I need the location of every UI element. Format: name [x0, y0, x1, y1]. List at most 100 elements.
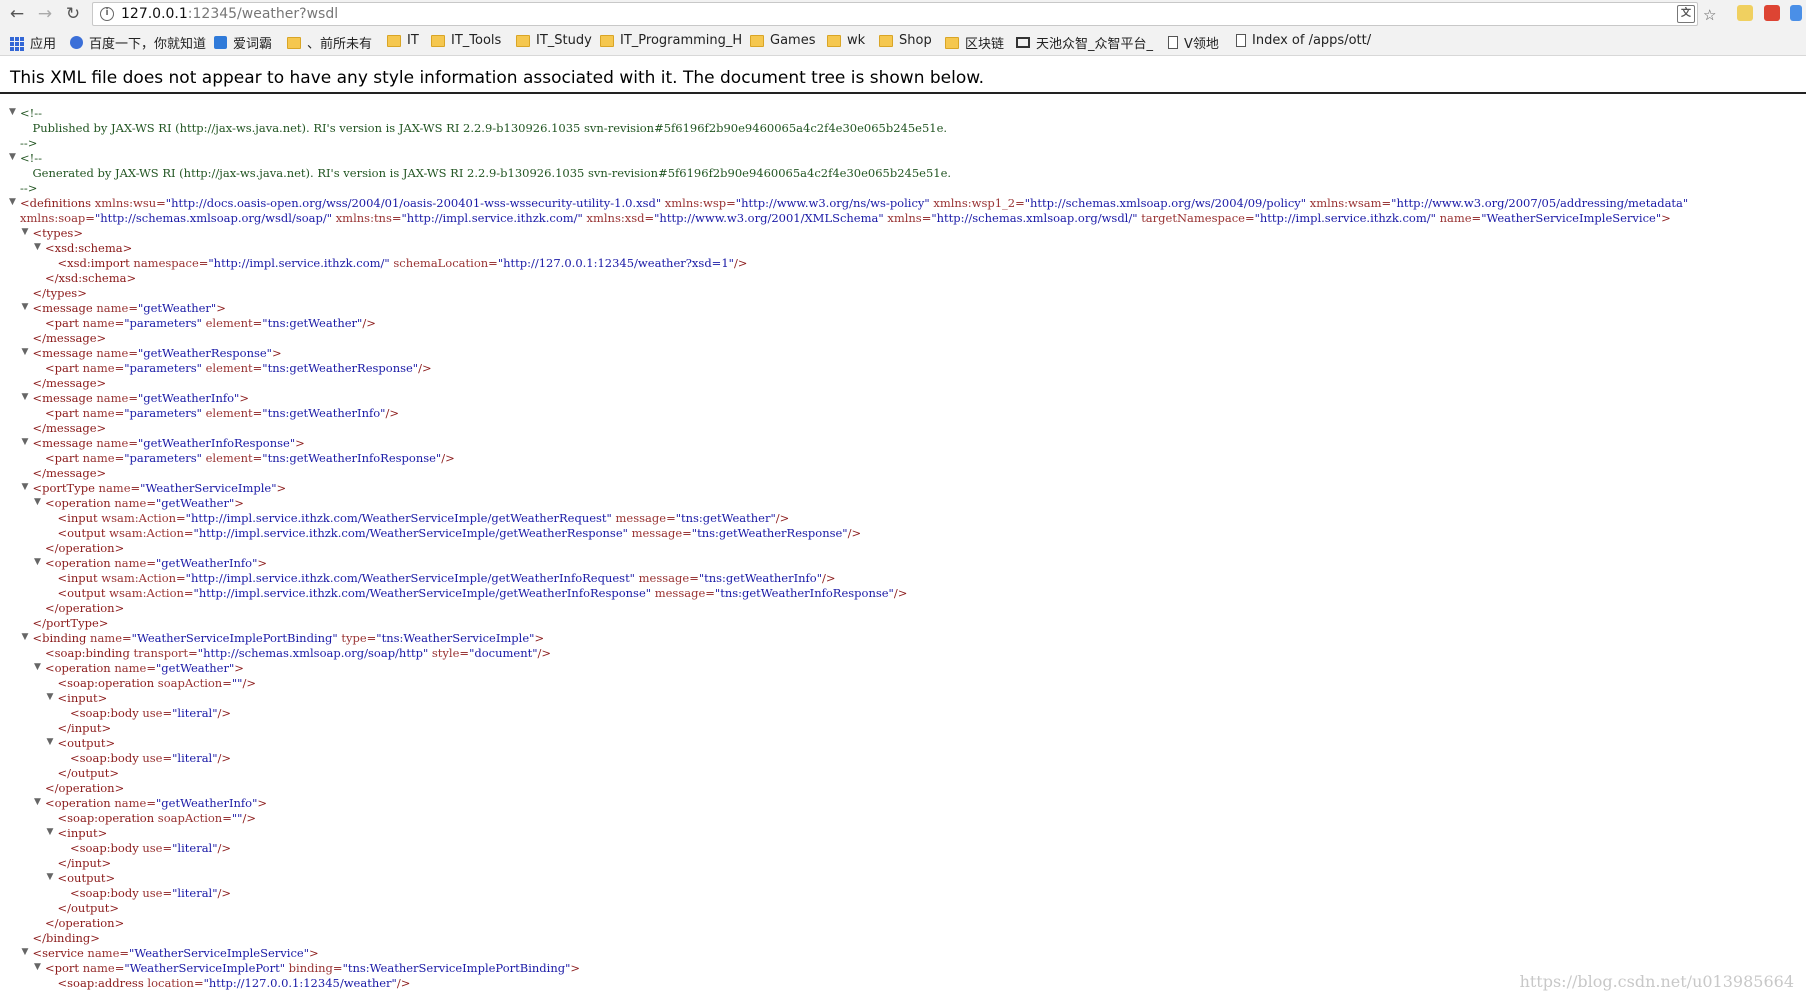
- bookmark-folder[interactable]: IT_Study: [516, 33, 592, 48]
- collapse-triangle-icon[interactable]: ▼: [47, 827, 54, 837]
- collapse-triangle-icon[interactable]: ▼: [34, 662, 41, 672]
- collapse-triangle-icon[interactable]: ▼: [9, 107, 16, 117]
- back-button[interactable]: ←: [6, 3, 28, 25]
- bookmark-folder[interactable]: IT: [387, 33, 419, 48]
- xml-token: "http://schemas.xmlsoap.org/ws/2004/09/p…: [1024, 196, 1307, 210]
- bookmark-page[interactable]: Index of /apps/ott/: [1236, 33, 1371, 48]
- extension-icon[interactable]: [1790, 5, 1802, 21]
- xml-token: targetNamespace: [1141, 211, 1245, 225]
- xml-token: "getWeatherInfo": [156, 556, 258, 570]
- xml-token: >: [257, 556, 268, 570]
- star-icon[interactable]: ☆: [1703, 6, 1716, 24]
- collapse-triangle-icon[interactable]: ▼: [9, 197, 16, 207]
- xml-token: <input: [57, 571, 102, 585]
- xml-token: =: [252, 316, 263, 330]
- bookmark-page[interactable]: V领地: [1168, 33, 1219, 52]
- xml-token: wsam:Action: [109, 586, 184, 600]
- xml-line: <part name="parameters" element="tns:get…: [45, 406, 399, 421]
- collapse-triangle-icon[interactable]: ▼: [22, 347, 29, 357]
- collapse-triangle-icon[interactable]: ▼: [34, 497, 41, 507]
- xml-line: </message>: [33, 466, 107, 481]
- xml-token: element: [205, 361, 253, 375]
- bookmark-folder[interactable]: Games: [750, 33, 815, 48]
- xml-token: <binding: [32, 631, 91, 645]
- url-text[interactable]: 127.0.0.1:12345/weather?wsdl: [121, 6, 338, 22]
- xml-token: element: [205, 451, 253, 465]
- bookmark-iciba[interactable]: 爱词霸: [214, 33, 272, 52]
- forward-button[interactable]: →: [34, 3, 56, 25]
- xml-line: <xsd:schema>: [45, 241, 132, 256]
- bookmark-folder[interactable]: IT_Programming_H: [600, 33, 742, 48]
- xml-token: "http://schemas.xmlsoap.org/soap/http": [197, 646, 429, 660]
- collapse-triangle-icon[interactable]: ▼: [22, 302, 29, 312]
- xml-token: name: [114, 496, 147, 510]
- collapse-triangle-icon[interactable]: ▼: [47, 737, 54, 747]
- xml-token: =: [198, 256, 209, 270]
- xml-token: "parameters": [124, 406, 202, 420]
- xml-token: </operation>: [45, 601, 125, 615]
- xml-token: "": [231, 811, 243, 825]
- xml-token: xmlns:xsd: [586, 211, 645, 225]
- xml-token: <soap:operation: [57, 676, 158, 690]
- bookmark-folder[interactable]: Shop: [879, 33, 932, 48]
- folder-icon: [600, 34, 614, 47]
- apps-grid-icon: [10, 36, 24, 51]
- xml-token: =: [726, 196, 736, 210]
- xml-token: use: [142, 706, 163, 720]
- bookmark-folder[interactable]: 区块链: [945, 33, 1004, 52]
- xml-token: xmlns: [887, 211, 922, 225]
- xml-token: "tns:getWeatherInfo": [698, 571, 823, 585]
- xml-token: />: [242, 811, 256, 825]
- extension-icon[interactable]: [1737, 5, 1753, 21]
- bookmark-folder[interactable]: 、前所未有: [287, 33, 372, 52]
- xml-token: </input>: [57, 856, 112, 870]
- xml-token: <types>: [32, 226, 83, 240]
- xml-token: =: [176, 511, 186, 525]
- collapse-triangle-icon[interactable]: ▼: [22, 482, 29, 492]
- xml-token: "tns:WeatherServiceImplePortBinding": [342, 961, 571, 975]
- xml-token: >: [309, 946, 319, 960]
- collapse-triangle-icon[interactable]: ▼: [22, 632, 29, 642]
- xml-token: name: [96, 301, 129, 315]
- collapse-triangle-icon[interactable]: ▼: [34, 962, 41, 972]
- xml-token: "WeatherServiceImpleService": [1481, 211, 1662, 225]
- info-icon[interactable]: i: [100, 7, 114, 21]
- xml-token: "http://impl.service.ithzk.com/": [1254, 211, 1436, 225]
- collapse-triangle-icon[interactable]: ▼: [22, 947, 29, 957]
- xml-token: <!--: [20, 151, 43, 165]
- collapse-triangle-icon[interactable]: ▼: [34, 797, 41, 807]
- extension-icon[interactable]: [1764, 5, 1780, 21]
- xml-token: message: [638, 571, 690, 585]
- bookmark-tianchi[interactable]: 天池众智_众智平台_: [1016, 33, 1153, 52]
- collapse-triangle-icon[interactable]: ▼: [9, 152, 16, 162]
- xml-token: <!--: [20, 106, 43, 120]
- xml-token: -->: [20, 136, 38, 150]
- bookmark-folder[interactable]: IT_Tools: [431, 33, 501, 48]
- collapse-triangle-icon[interactable]: ▼: [34, 242, 41, 252]
- collapse-triangle-icon[interactable]: ▼: [47, 692, 54, 702]
- bookmark-apps[interactable]: 应用: [10, 33, 56, 52]
- collapse-triangle-icon[interactable]: ▼: [22, 437, 29, 447]
- collapse-triangle-icon[interactable]: ▼: [22, 392, 29, 402]
- xml-token: "literal": [172, 751, 218, 765]
- collapse-triangle-icon[interactable]: ▼: [34, 557, 41, 567]
- xml-line: </operation>: [45, 601, 124, 616]
- xml-token: "tns:getWeather": [262, 316, 363, 330]
- xml-token: "": [231, 676, 243, 690]
- address-bar[interactable]: i 127.0.0.1:12345/weather?wsdl 文 ☆: [92, 2, 1716, 26]
- collapse-triangle-icon[interactable]: ▼: [47, 872, 54, 882]
- xml-line: </message>: [33, 331, 107, 346]
- bookmark-folder[interactable]: wk: [827, 33, 865, 48]
- bookmark-baidu[interactable]: 百度一下，你就知道: [70, 33, 206, 52]
- xml-line: <soap:operation soapAction=""/>: [58, 676, 256, 691]
- xml-token: =: [183, 586, 194, 600]
- xml-token: "literal": [172, 886, 218, 900]
- xml-token: <soap:body: [70, 886, 143, 900]
- collapse-triangle-icon[interactable]: ▼: [22, 227, 29, 237]
- xml-line: xmlns:soap="http://schemas.xmlsoap.org/w…: [20, 211, 1671, 226]
- translate-icon[interactable]: 文: [1677, 5, 1695, 23]
- reload-button[interactable]: ↻: [62, 3, 84, 25]
- xml-token: =: [682, 526, 692, 540]
- xml-line: </xsd:schema>: [45, 271, 136, 286]
- xml-token: =: [114, 406, 125, 420]
